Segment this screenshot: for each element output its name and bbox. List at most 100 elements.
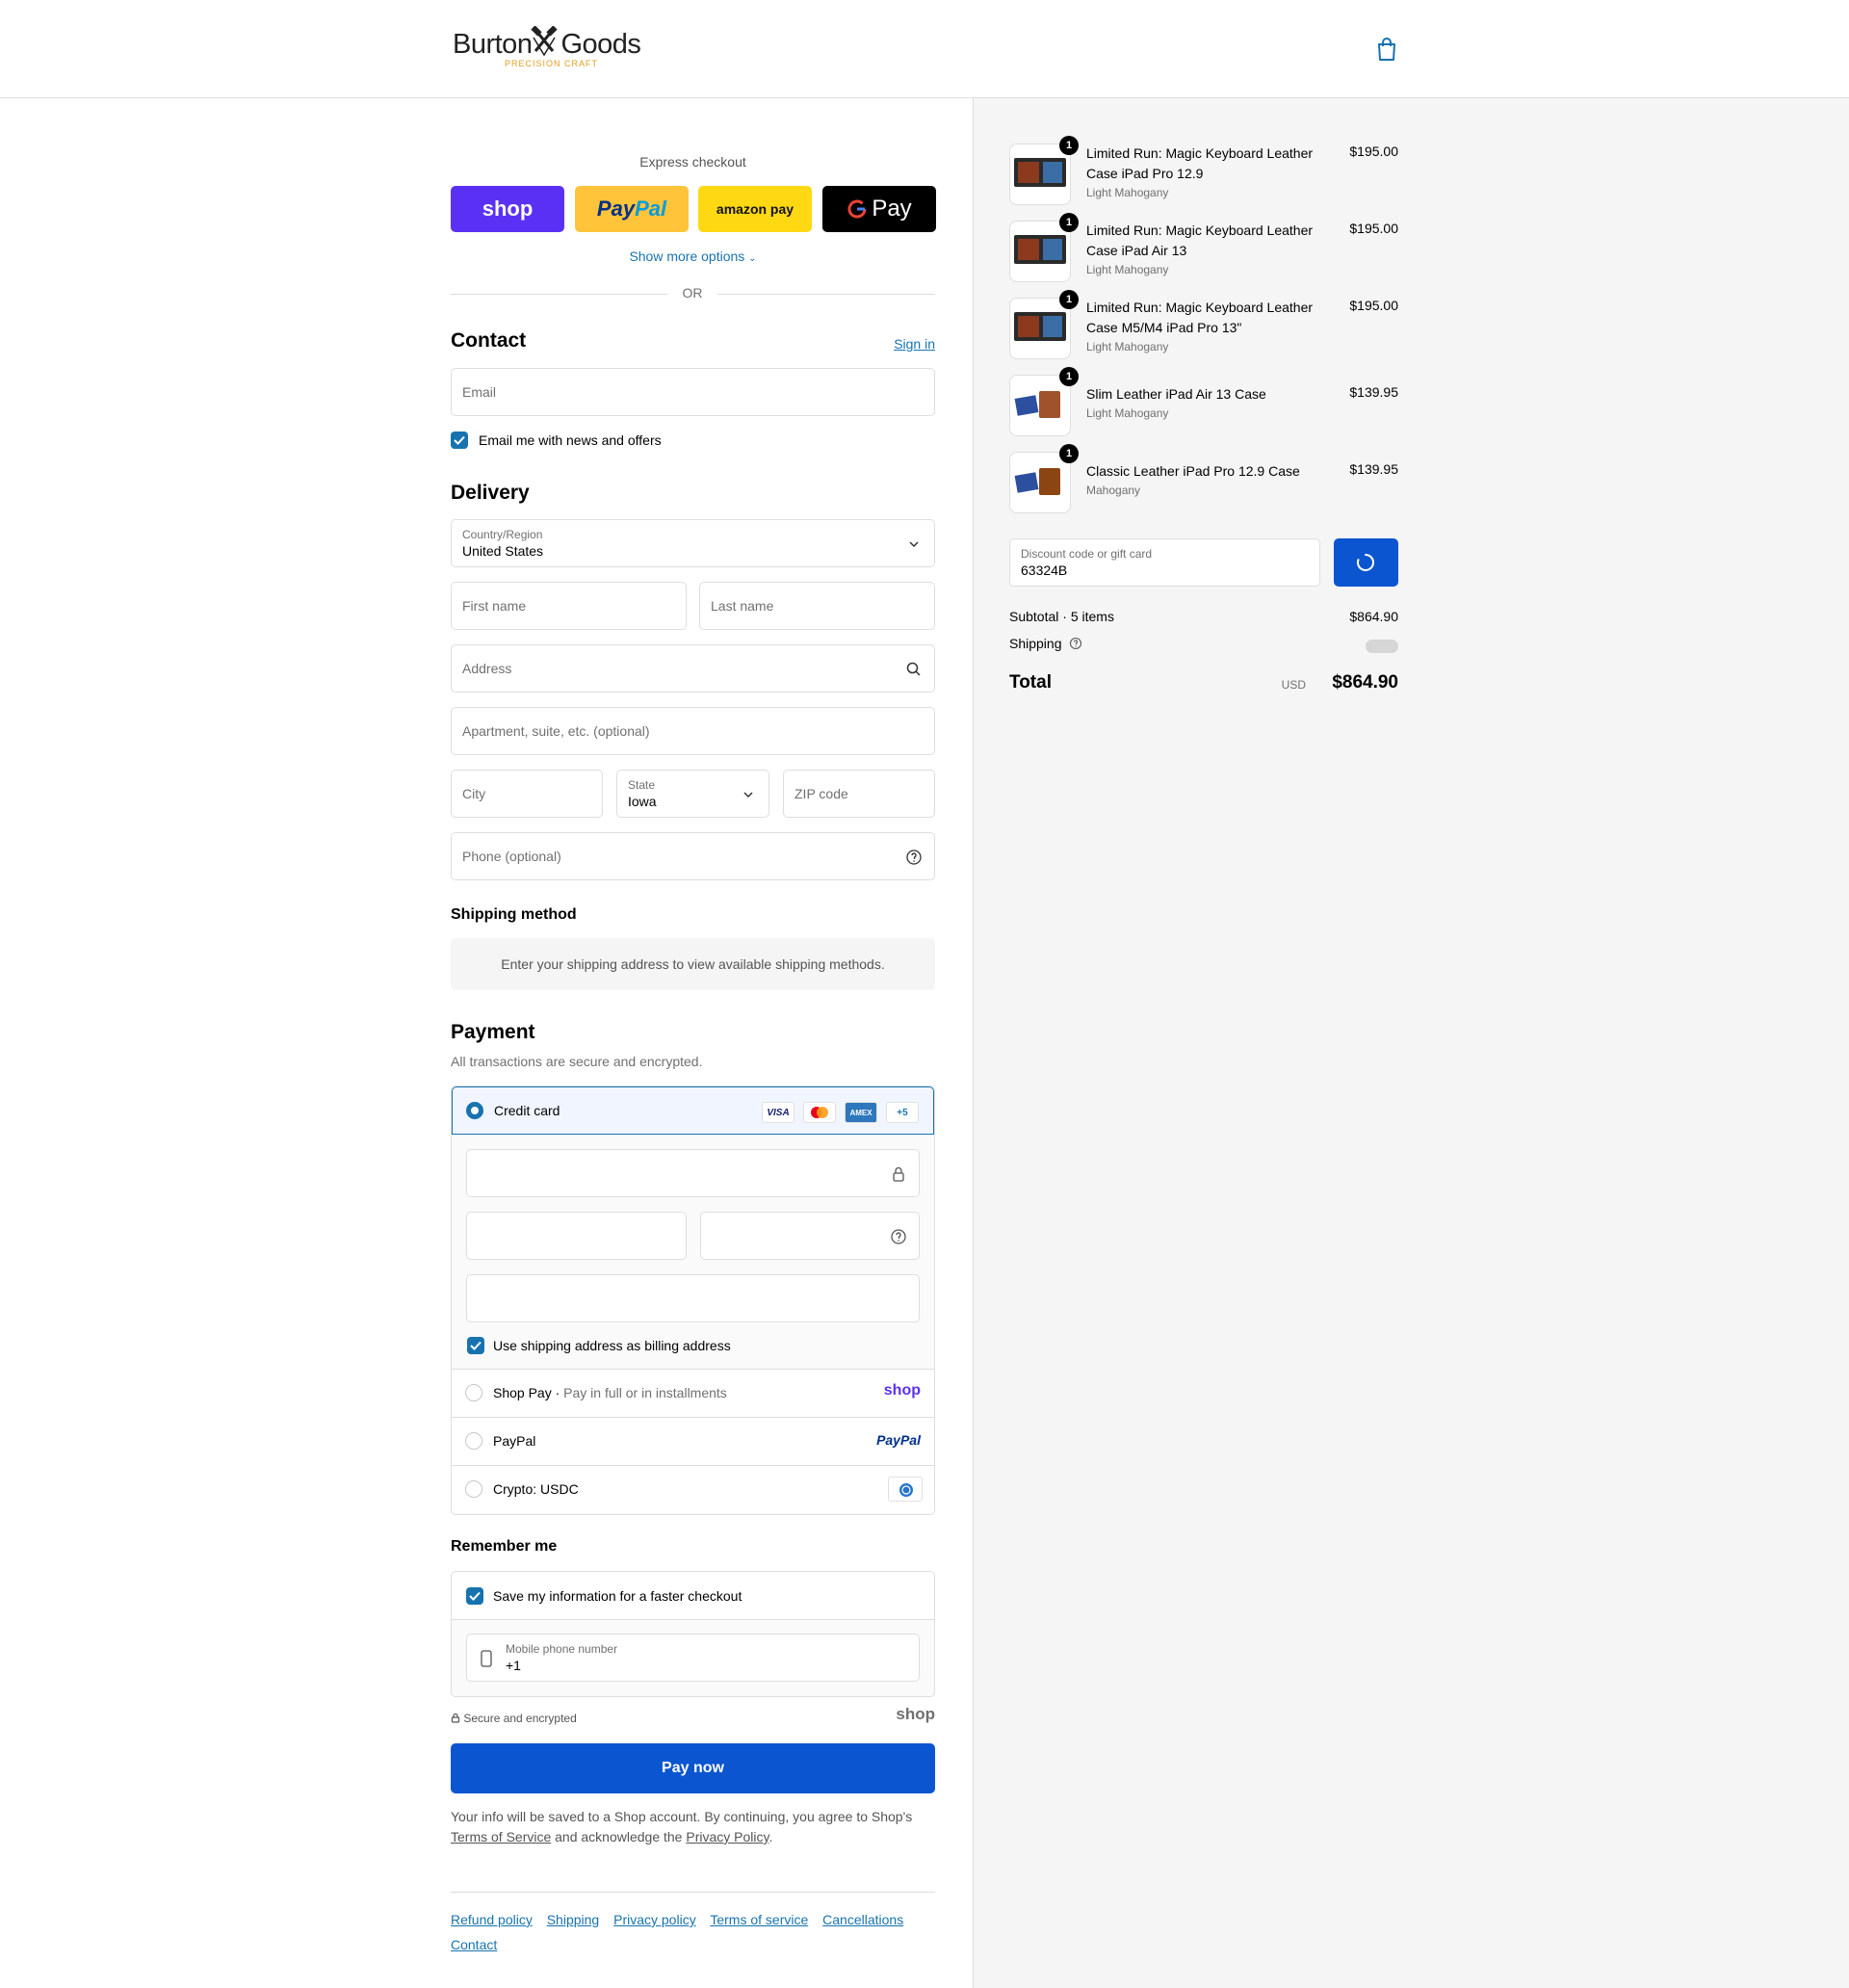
- crypto-option[interactable]: Crypto: USDC: [452, 1465, 934, 1513]
- discount-label: Discount code or gift card: [1021, 547, 1153, 561]
- state-select[interactable]: State Iowa: [616, 770, 769, 818]
- mobile-phone-label: Mobile phone number: [506, 1642, 618, 1656]
- item-name: Classic Leather iPad Pro 12.9 Case: [1086, 463, 1300, 479]
- sign-in-link[interactable]: Sign in: [894, 336, 935, 352]
- privacy-policy-footer-link[interactable]: Privacy policy: [613, 1912, 696, 1927]
- quantity-badge: 1: [1059, 213, 1079, 232]
- brand-tagline: PRECISION CRAFT: [505, 59, 599, 68]
- quantity-badge: 1: [1059, 136, 1079, 155]
- newsletter-label: Email me with news and offers: [479, 432, 662, 448]
- payment-methods: Credit card VISA AMEX +5 Use shipping ad…: [451, 1086, 935, 1515]
- shopping-bag-icon[interactable]: [1375, 37, 1398, 62]
- shop-pay-label: Shop Pay · Pay in full or in installment…: [493, 1385, 727, 1400]
- header: Burton Goods PRECISION CRAFT: [0, 0, 1849, 98]
- secure-note: Secure and encrypted: [451, 1712, 577, 1725]
- shop-pay-radio[interactable]: [465, 1384, 482, 1401]
- contact-link[interactable]: Contact: [451, 1937, 497, 1952]
- or-separator: OR: [667, 285, 717, 301]
- help-circle-icon[interactable]: [905, 849, 923, 866]
- quantity-badge: 1: [1059, 444, 1079, 463]
- pay-now-button[interactable]: Pay now: [451, 1743, 935, 1793]
- save-info-label: Save my information for a faster checkou…: [493, 1588, 742, 1604]
- first-name-field[interactable]: First name: [451, 582, 687, 630]
- remember-me-section: Save my information for a faster checkou…: [451, 1571, 935, 1697]
- security-code-field[interactable]: [700, 1212, 920, 1260]
- cart-item: 1 Slim Leather iPad Air 13 Case Light Ma…: [1009, 367, 1398, 436]
- card-number-field[interactable]: [466, 1149, 920, 1197]
- checkmark-icon: [469, 1591, 481, 1601]
- privacy-policy-link[interactable]: Privacy Policy: [686, 1829, 768, 1844]
- show-more-options-link[interactable]: Show more options ⌄: [451, 248, 935, 264]
- state-label: State: [628, 778, 656, 792]
- newsletter-checkbox[interactable]: [451, 432, 468, 449]
- name-on-card-field[interactable]: [466, 1274, 920, 1322]
- crypto-radio[interactable]: [465, 1480, 482, 1498]
- address-placeholder: Address: [462, 661, 512, 676]
- item-variant: Mahogany: [1086, 484, 1141, 497]
- shipping-link[interactable]: Shipping: [547, 1912, 600, 1927]
- shipping-label: Shipping: [1009, 636, 1062, 651]
- save-info-row[interactable]: Save my information for a faster checkou…: [452, 1572, 934, 1620]
- mastercard-icon: [803, 1102, 836, 1123]
- chevron-down-icon: [743, 792, 753, 798]
- expiration-date-field[interactable]: [466, 1212, 687, 1260]
- item-variant: Light Mahogany: [1086, 186, 1169, 199]
- amazon-pay-express-button[interactable]: amazon pay: [698, 186, 812, 232]
- item-price: $195.00: [1349, 298, 1398, 313]
- brand-logo[interactable]: Burton Goods PRECISION CRAFT: [453, 25, 645, 73]
- email-placeholder: Email: [462, 384, 497, 400]
- chevron-down-icon: [909, 541, 919, 548]
- discount-code-field[interactable]: Discount code or gift card 63324B: [1009, 538, 1320, 587]
- help-circle-icon[interactable]: [890, 1228, 907, 1245]
- credit-card-option[interactable]: Credit card VISA AMEX +5: [452, 1086, 934, 1135]
- crypto-label: Crypto: USDC: [493, 1481, 579, 1497]
- country-select[interactable]: Country/Region United States: [451, 519, 935, 567]
- zip-field[interactable]: ZIP code: [783, 770, 935, 818]
- item-name: Limited Run: Magic Keyboard Leather Case…: [1086, 300, 1314, 335]
- item-name: Limited Run: Magic Keyboard Leather Case…: [1086, 145, 1314, 181]
- city-placeholder: City: [462, 786, 486, 801]
- apartment-field[interactable]: Apartment, suite, etc. (optional): [451, 707, 935, 755]
- terms-of-service-footer-link[interactable]: Terms of service: [710, 1912, 808, 1927]
- cart-item: 1 Limited Run: Magic Keyboard Leather Ca…: [1009, 213, 1398, 282]
- phone-field[interactable]: Phone (optional): [451, 832, 935, 880]
- paypal-express-button[interactable]: PayPal: [575, 186, 689, 232]
- remember-me-heading: Remember me: [451, 1538, 558, 1555]
- item-price: $195.00: [1349, 221, 1398, 236]
- last-name-field[interactable]: Last name: [699, 582, 935, 630]
- help-circle-icon[interactable]: [1069, 637, 1082, 650]
- footer-links: Refund policy Shipping Privacy policy Te…: [451, 1907, 935, 1957]
- total-label: Total: [1009, 672, 1052, 693]
- last-name-placeholder: Last name: [711, 598, 774, 614]
- shop-pay-logo: shop: [883, 1382, 921, 1399]
- country-value: United States: [462, 543, 544, 559]
- item-variant: Light Mahogany: [1086, 340, 1169, 353]
- google-g-icon: [847, 199, 867, 219]
- lock-icon: [451, 1713, 460, 1723]
- loading-spinner-icon: [1357, 554, 1374, 571]
- product-thumbnail: [1009, 375, 1071, 436]
- paypal-radio[interactable]: [465, 1432, 482, 1450]
- refund-policy-link[interactable]: Refund policy: [451, 1912, 533, 1927]
- shop-pay-option[interactable]: Shop Pay · Pay in full or in installment…: [452, 1369, 934, 1417]
- total-value: $864.90: [1332, 672, 1398, 693]
- mobile-phone-field[interactable]: Mobile phone number +1: [466, 1634, 920, 1682]
- cancellations-link[interactable]: Cancellations: [822, 1912, 903, 1927]
- city-field[interactable]: City: [451, 770, 603, 818]
- paypal-option[interactable]: PayPal PayPal: [452, 1417, 934, 1465]
- credit-card-radio[interactable]: [466, 1102, 483, 1119]
- shop-pay-express-button[interactable]: shop: [451, 186, 564, 232]
- save-info-checkbox[interactable]: [466, 1587, 483, 1605]
- checkmark-icon: [454, 435, 465, 445]
- apply-discount-button[interactable]: [1334, 538, 1398, 587]
- email-field[interactable]: Email: [451, 368, 935, 416]
- billing-same-checkbox[interactable]: [467, 1337, 484, 1354]
- google-pay-express-button[interactable]: Pay: [822, 186, 936, 232]
- state-value: Iowa: [628, 794, 657, 809]
- phone-placeholder: Phone (optional): [462, 849, 561, 864]
- terms-of-service-link[interactable]: Terms of Service: [451, 1829, 551, 1844]
- cart-item: 1 Limited Run: Magic Keyboard Leather Ca…: [1009, 290, 1398, 359]
- legal-notice: Your info will be saved to a Shop accoun…: [451, 1809, 913, 1844]
- address-field[interactable]: Address: [451, 644, 935, 693]
- mobile-phone-value: +1: [506, 1658, 521, 1673]
